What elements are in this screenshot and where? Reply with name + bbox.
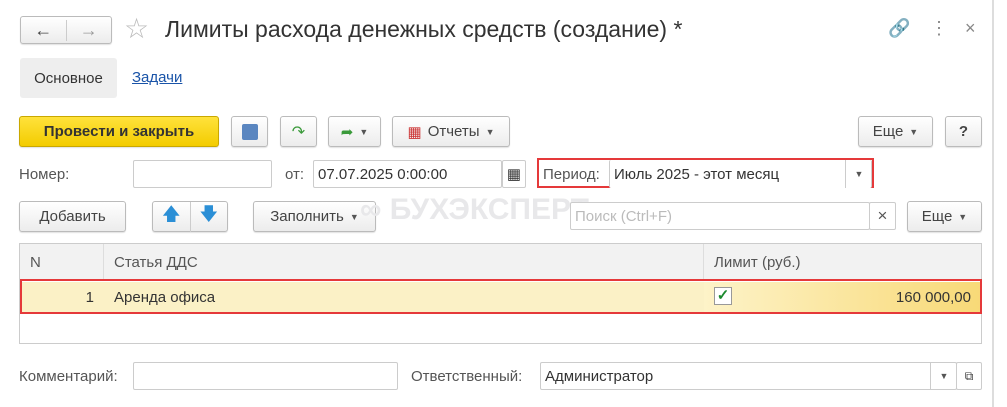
tab-tasks[interactable]: Задачи bbox=[132, 69, 182, 86]
page-title: Лимиты расхода денежных средств (создани… bbox=[165, 16, 683, 42]
chevron-down-icon: ▼ bbox=[854, 169, 864, 179]
tab-main[interactable]: Основное bbox=[20, 58, 117, 98]
chevron-down-icon: ▼ bbox=[359, 126, 369, 137]
comment-input[interactable] bbox=[133, 362, 398, 390]
move-down-button[interactable]: 🡇 bbox=[191, 202, 228, 232]
period-select[interactable]: Июль 2025 - этот месяц bbox=[609, 160, 872, 188]
chevron-down-icon: ▼ bbox=[909, 126, 919, 137]
responsible-input[interactable]: Администратор bbox=[540, 362, 957, 390]
column-n[interactable]: N bbox=[20, 244, 104, 279]
watermark: ∞ БУХЭКСПЕРТ bbox=[360, 193, 589, 226]
reports-label: Отчеты bbox=[427, 123, 480, 140]
row-highlight bbox=[20, 279, 982, 314]
document-window: ← → ☆ Лимиты расхода денежных средств (с… bbox=[0, 0, 994, 407]
fill-label: Заполнить bbox=[270, 208, 344, 225]
move-buttons: 🡅 🡇 bbox=[152, 201, 228, 232]
post-button[interactable]: ↷ bbox=[280, 116, 317, 147]
back-button[interactable]: ← bbox=[21, 19, 67, 41]
search-input[interactable]: Поиск (Ctrl+F) bbox=[570, 202, 870, 230]
chevron-down-icon: ▼ bbox=[958, 211, 968, 222]
move-up-button[interactable]: 🡅 bbox=[153, 201, 191, 232]
clear-search-icon[interactable]: × bbox=[869, 202, 896, 230]
chevron-down-icon: ▼ bbox=[485, 126, 495, 137]
favorite-star-icon[interactable]: ☆ bbox=[124, 12, 149, 45]
help-button[interactable]: ? bbox=[945, 116, 982, 147]
fill-button[interactable]: Заполнить ▼ bbox=[253, 201, 376, 232]
more-icon[interactable]: ⋮ bbox=[930, 18, 948, 39]
reports-icon: ▦ bbox=[407, 123, 422, 141]
forward-button[interactable]: → bbox=[67, 20, 112, 41]
table-more-button[interactable]: Еще ▼ bbox=[907, 201, 982, 232]
save-icon bbox=[241, 123, 258, 140]
create-based-on-button[interactable]: ➦ ▼ bbox=[328, 116, 381, 147]
more-button[interactable]: Еще ▼ bbox=[858, 116, 933, 147]
post-icon: ↷ bbox=[291, 123, 306, 141]
date-input[interactable]: 07.07.2025 0:00:00 bbox=[313, 160, 502, 188]
chevron-down-icon: ▼ bbox=[939, 371, 949, 381]
column-limit[interactable]: Лимит (руб.) bbox=[704, 244, 981, 279]
chevron-down-icon: ▼ bbox=[349, 211, 359, 222]
add-button[interactable]: Добавить bbox=[19, 201, 126, 232]
post-and-close-button[interactable]: Провести и закрыть bbox=[19, 116, 219, 147]
number-label: Номер: bbox=[19, 166, 70, 183]
close-icon[interactable]: × bbox=[965, 18, 976, 39]
responsible-dropdown-button[interactable]: ▼ bbox=[930, 362, 957, 390]
create-based-icon: ➦ bbox=[340, 123, 354, 141]
period-label: Период: bbox=[543, 166, 600, 183]
number-input[interactable] bbox=[133, 160, 272, 188]
table-header: N Статья ДДС Лимит (руб.) bbox=[20, 244, 981, 280]
column-item[interactable]: Статья ДДС bbox=[104, 244, 704, 279]
comment-label: Комментарий: bbox=[19, 368, 118, 385]
link-icon[interactable]: 🔗 bbox=[888, 18, 910, 39]
open-icon[interactable]: ⧉ bbox=[956, 362, 982, 390]
table-more-label: Еще bbox=[921, 208, 953, 225]
reports-button[interactable]: ▦ Отчеты ▼ bbox=[392, 116, 510, 147]
period-value: Июль 2025 - этот месяц bbox=[614, 165, 780, 183]
period-dropdown-button[interactable]: ▼ bbox=[845, 160, 872, 188]
calendar-icon[interactable]: ▦ bbox=[502, 160, 526, 188]
date-label: от: bbox=[285, 166, 305, 183]
nav-buttons: ← → bbox=[20, 16, 112, 44]
more-label: Еще bbox=[872, 123, 904, 140]
save-button[interactable] bbox=[231, 116, 268, 147]
responsible-label: Ответственный: bbox=[411, 368, 523, 385]
